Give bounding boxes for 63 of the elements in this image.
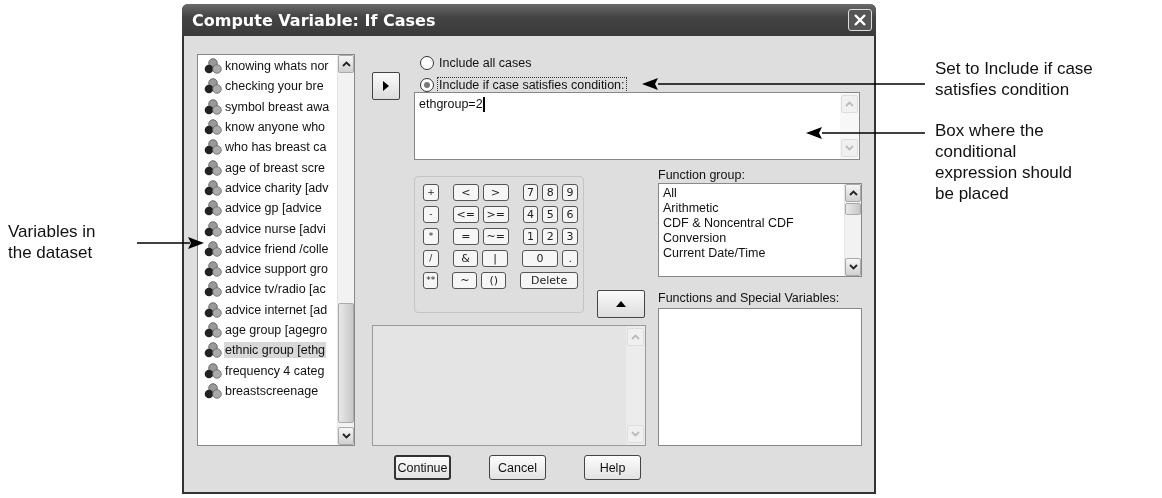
functions-label: Functions and Special Variables:	[658, 291, 841, 306]
keypad-key[interactable]: 2	[542, 228, 559, 245]
variable-item[interactable]: knowing whats nor	[224, 58, 330, 75]
annotation-text: Variables in the dataset	[8, 221, 97, 263]
function-group-list[interactable]: All Arithmetic CDF & Noncentral CDF Conversion Current Date/Time	[658, 183, 862, 277]
variable-item[interactable]: age group [agegro	[224, 322, 329, 338]
radio-label[interactable]: Include all cases	[438, 56, 533, 71]
dialog-button[interactable]: Continue	[394, 455, 451, 480]
dialog-button[interactable]: Help	[584, 455, 641, 480]
variable-item[interactable]: checking your bre	[224, 78, 325, 95]
annotation-text: Set to Include if case satisfies condition	[935, 58, 1094, 100]
keypad-key[interactable]: =	[452, 228, 479, 245]
keypad-key[interactable]: ~=	[482, 228, 509, 245]
function-group-label: Function group:	[658, 168, 746, 183]
keypad-key[interactable]: Delete	[520, 272, 578, 289]
keypad-key[interactable]: 0	[521, 250, 559, 267]
keypad-key[interactable]: 7	[522, 184, 539, 201]
keypad-key[interactable]: **	[423, 272, 439, 289]
keypad-key[interactable]: <	[452, 184, 479, 201]
keypad-key[interactable]: 5	[542, 206, 559, 223]
function-group-item[interactable]: All	[663, 186, 844, 201]
function-group-item[interactable]: Current Date/Time	[663, 246, 844, 261]
keypad-key[interactable]: <=	[452, 206, 479, 223]
keypad-key[interactable]: 9	[562, 184, 578, 201]
variable-item[interactable]: know anyone who	[224, 119, 327, 136]
variable-item[interactable]: breastscreenage	[224, 382, 320, 399]
window-title: Compute Variable: If Cases	[192, 10, 436, 30]
keypad-key[interactable]: 1	[522, 228, 539, 245]
keypad-key[interactable]: +	[423, 184, 439, 201]
keypad-key[interactable]: |	[482, 250, 508, 267]
expression-text: ethgroup=2	[419, 97, 483, 111]
variable-item[interactable]: advice tv/radio [ac	[224, 281, 327, 298]
function-group-item[interactable]: Conversion	[663, 231, 844, 246]
variable-item[interactable]: advice nurse [advi	[224, 220, 327, 237]
keypad-key[interactable]: ~	[452, 272, 478, 289]
keypad-key[interactable]: >=	[482, 206, 509, 223]
keypad-key[interactable]: .	[562, 250, 578, 267]
function-group-item[interactable]: Arithmetic	[663, 201, 844, 216]
keypad-key[interactable]: 4	[522, 206, 539, 223]
keypad-key[interactable]: -	[423, 206, 439, 223]
dialog-button[interactable]: Cancel	[489, 455, 546, 480]
variable-item[interactable]: ethnic group [ethg	[224, 342, 327, 359]
variable-item[interactable]: advice support gro	[224, 261, 329, 278]
keypad-key[interactable]: /	[423, 250, 439, 267]
keypad-key[interactable]: >	[482, 184, 509, 201]
function-group-item[interactable]: CDF & Noncentral CDF	[663, 216, 844, 231]
keypad-key[interactable]: ()	[481, 272, 507, 289]
variable-item[interactable]: symbol breast awa	[224, 98, 331, 115]
variable-item[interactable]: advice gp [advice	[224, 200, 323, 217]
keypad-key[interactable]: 6	[562, 206, 578, 223]
keypad-key[interactable]: 8	[542, 184, 559, 201]
annotation-text: Box where the conditional expression should be placed	[935, 120, 1074, 204]
keypad-key[interactable]: &	[452, 250, 479, 267]
keypad-key[interactable]: *	[423, 228, 439, 245]
keypad-key[interactable]: 3	[562, 228, 578, 245]
variable-item[interactable]: advice charity [adv	[224, 179, 330, 196]
radio-label[interactable]: Include if case satisfies condition:	[438, 77, 626, 92]
expression-field[interactable]: ethgroup=2	[414, 92, 860, 160]
variable-item[interactable]: who has breast ca	[224, 139, 328, 156]
variable-item[interactable]: advice friend /colle	[224, 240, 330, 257]
variable-item[interactable]: age of breast scre	[224, 159, 327, 176]
variable-item[interactable]: frequency 4 categ	[224, 362, 326, 379]
variable-item[interactable]: advice internet [ad	[224, 301, 329, 318]
